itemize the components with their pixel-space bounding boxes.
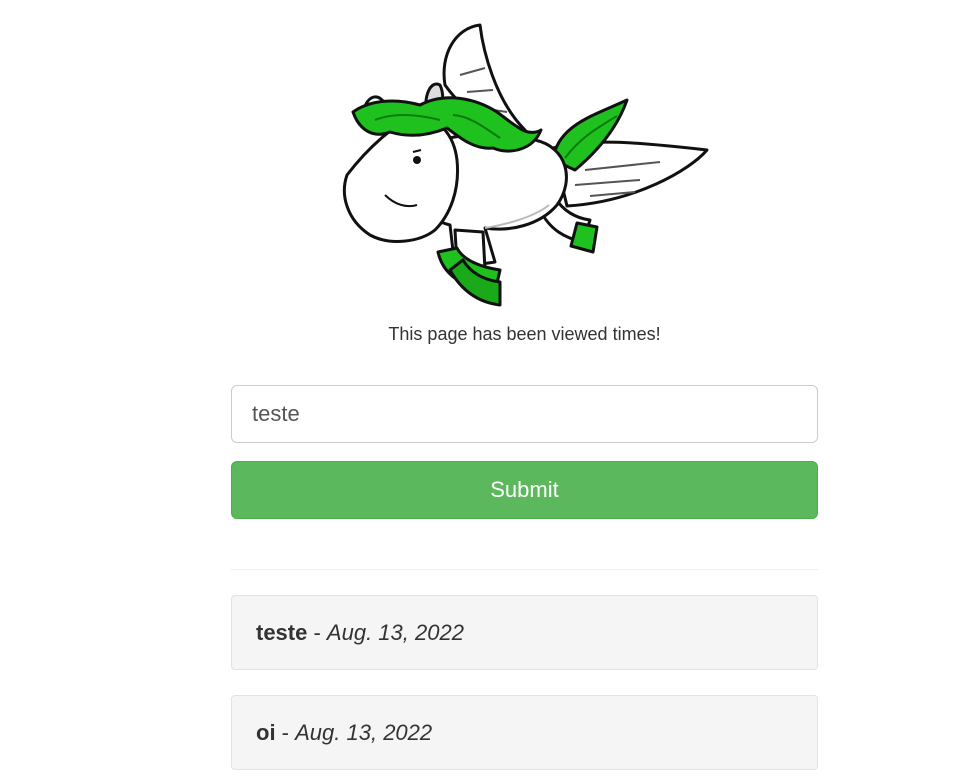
- page-view-counter-text: This page has been viewed times!: [388, 324, 661, 344]
- message-list: teste - Aug. 13, 2022 oi - Aug. 13, 2022: [231, 595, 818, 783]
- message-separator: -: [275, 720, 296, 745]
- message-text: teste: [256, 620, 308, 645]
- submit-button[interactable]: Submit: [231, 461, 818, 519]
- page: This page has been viewed times! Submit …: [0, 0, 971, 783]
- pegasus-logo-icon: [342, 23, 709, 307]
- message-date: Aug. 13, 2022: [295, 720, 433, 745]
- divider: [231, 569, 818, 570]
- message-date: Aug. 13, 2022: [326, 620, 464, 645]
- list-item: oi - Aug. 13, 2022: [231, 695, 818, 770]
- list-item: teste - Aug. 13, 2022: [231, 595, 818, 670]
- message-separator: -: [307, 620, 327, 645]
- message-input[interactable]: [231, 385, 818, 443]
- message-text: oi: [256, 720, 276, 745]
